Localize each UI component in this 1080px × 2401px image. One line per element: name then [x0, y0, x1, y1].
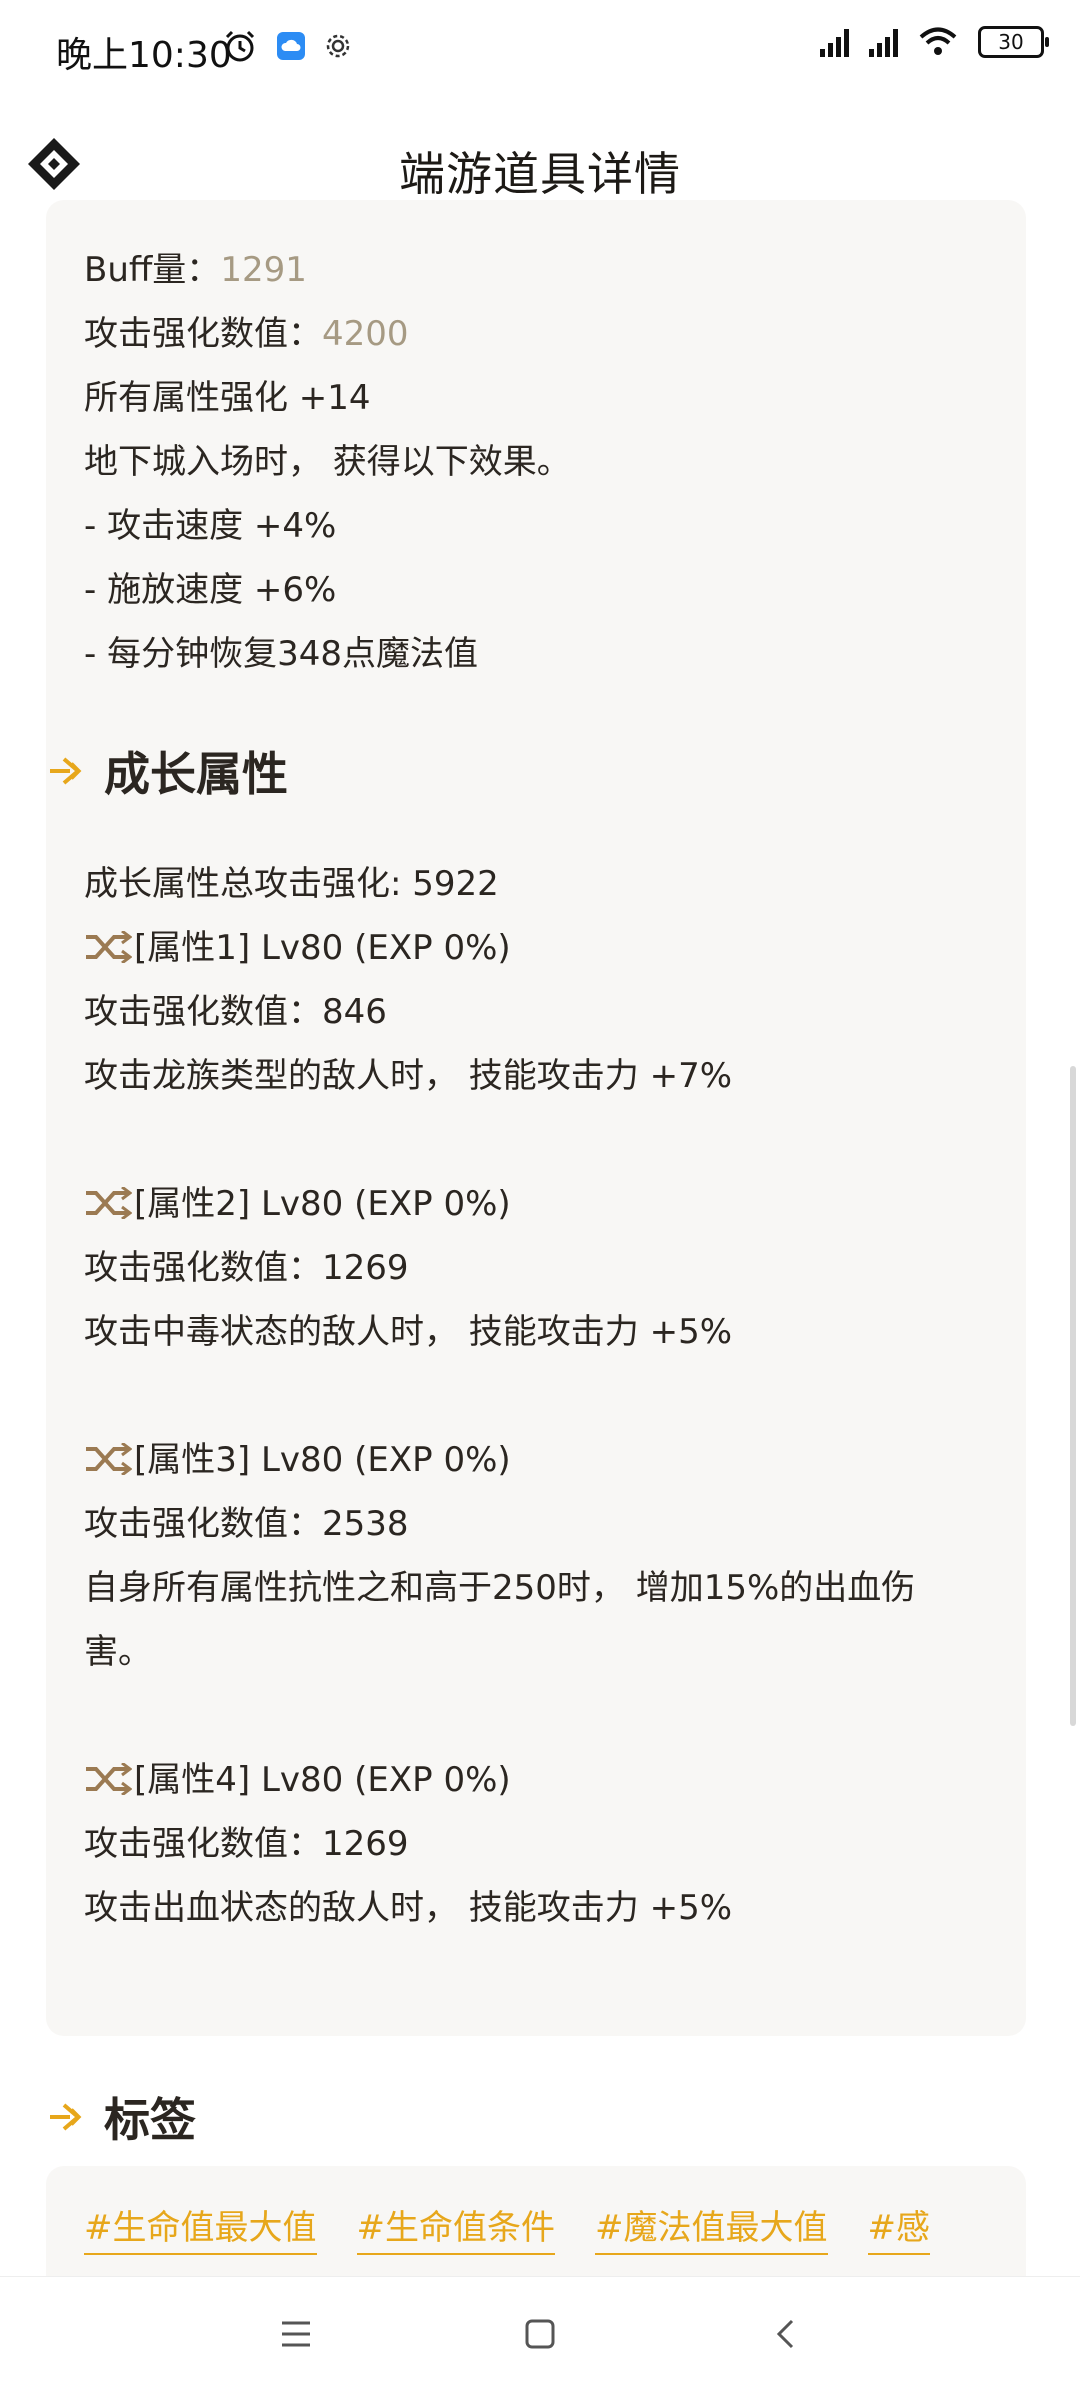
- growth-attributes-card: 成长属性总攻击强化: 5922 [属性1] Lv80 (EXP 0%) 攻击强化…: [46, 820, 1026, 2036]
- wifi-icon: [919, 27, 957, 55]
- tag-item[interactable]: #生命值条件: [356, 2200, 555, 2255]
- attr-effect: 自身所有属性抗性之和高于250时， 增加15%的出血伤: [84, 1568, 916, 1608]
- item-stats-card: Buff量：1291 攻击强化数值：4200 所有属性强化 +14 地下城入场时…: [46, 200, 1026, 920]
- battery-icon: 30: [978, 26, 1049, 58]
- attr-name: [属性2] Lv80 (EXP 0%): [84, 1176, 511, 1225]
- back-icon[interactable]: [774, 2319, 798, 2349]
- stat-line: 所有属性强化 +14: [84, 378, 371, 418]
- status-notification-icons: [222, 28, 352, 64]
- attr-value: 攻击强化数值：1269: [84, 1824, 409, 1864]
- attr-name: [属性3] Lv80 (EXP 0%): [84, 1432, 511, 1481]
- alarm-icon: [225, 30, 255, 62]
- status-time: 晚上10:30: [56, 35, 232, 76]
- attr-effect: 攻击出血状态的敌人时， 技能攻击力 +5%: [84, 1888, 733, 1928]
- tag-list: #生命值最大值 #生命值条件 #魔法值最大值 #感: [84, 2200, 930, 2255]
- status-system-icons: 30: [820, 26, 1049, 58]
- stat-line: - 攻击速度 +4%: [84, 506, 337, 546]
- attr-name: [属性4] Lv80 (EXP 0%): [84, 1752, 511, 1801]
- attr-value: 攻击强化数值：2538: [84, 1504, 409, 1544]
- attr-effect: 攻击中毒状态的敌人时， 技能攻击力 +5%: [84, 1312, 733, 1352]
- tag-item[interactable]: #魔法值最大值: [595, 2200, 828, 2255]
- battery-level: 30: [998, 30, 1024, 54]
- stat-line: - 每分钟恢复348点魔法值: [84, 634, 478, 674]
- status-bar: 晚上10:30 30: [0, 0, 1080, 100]
- shuffle-icon: [86, 1187, 132, 1219]
- menu-icon[interactable]: [280, 2319, 312, 2349]
- attr-effect: 攻击龙族类型的敌人时， 技能攻击力 +7%: [84, 1056, 733, 1096]
- growth-total: 成长属性总攻击强化: 5922: [84, 864, 499, 904]
- signal-icon: [869, 27, 898, 57]
- attr-effect-continued: 害。: [84, 1632, 152, 1672]
- cloud-app-icon: [277, 32, 305, 60]
- arrow-right-icon: [50, 2103, 82, 2131]
- arrow-right-icon: [50, 757, 82, 785]
- tag-item[interactable]: #感: [867, 2200, 930, 2255]
- attr-name: [属性1] Lv80 (EXP 0%): [84, 920, 511, 969]
- growth-section-heading: 成长属性: [46, 738, 288, 804]
- stat-line: - 施放速度 +6%: [84, 570, 337, 610]
- attr-value: 攻击强化数值：1269: [84, 1248, 409, 1288]
- tag-item[interactable]: #生命值最大值: [84, 2200, 317, 2255]
- page-title: 端游道具详情: [399, 147, 681, 201]
- gear-icon: [326, 34, 350, 58]
- tags-card: #生命值最大值 #生命值条件 #魔法值最大值 #感: [46, 2166, 1026, 2276]
- home-icon[interactable]: [524, 2319, 556, 2349]
- attack-boost-line: 攻击强化数值：4200: [84, 314, 409, 354]
- scrollbar[interactable]: [1070, 1066, 1076, 1726]
- buff-line: Buff量：1291: [84, 250, 307, 290]
- tags-section-heading: 标签: [46, 2084, 196, 2150]
- system-nav-bar: [0, 2276, 1080, 2401]
- attr-value: 攻击强化数值：846: [84, 992, 387, 1032]
- shuffle-icon: [86, 931, 132, 963]
- signal-icon: [820, 27, 849, 57]
- stat-line: 地下城入场时， 获得以下效果。: [84, 442, 571, 482]
- shuffle-icon: [86, 1443, 132, 1475]
- shuffle-icon: [86, 1763, 132, 1795]
